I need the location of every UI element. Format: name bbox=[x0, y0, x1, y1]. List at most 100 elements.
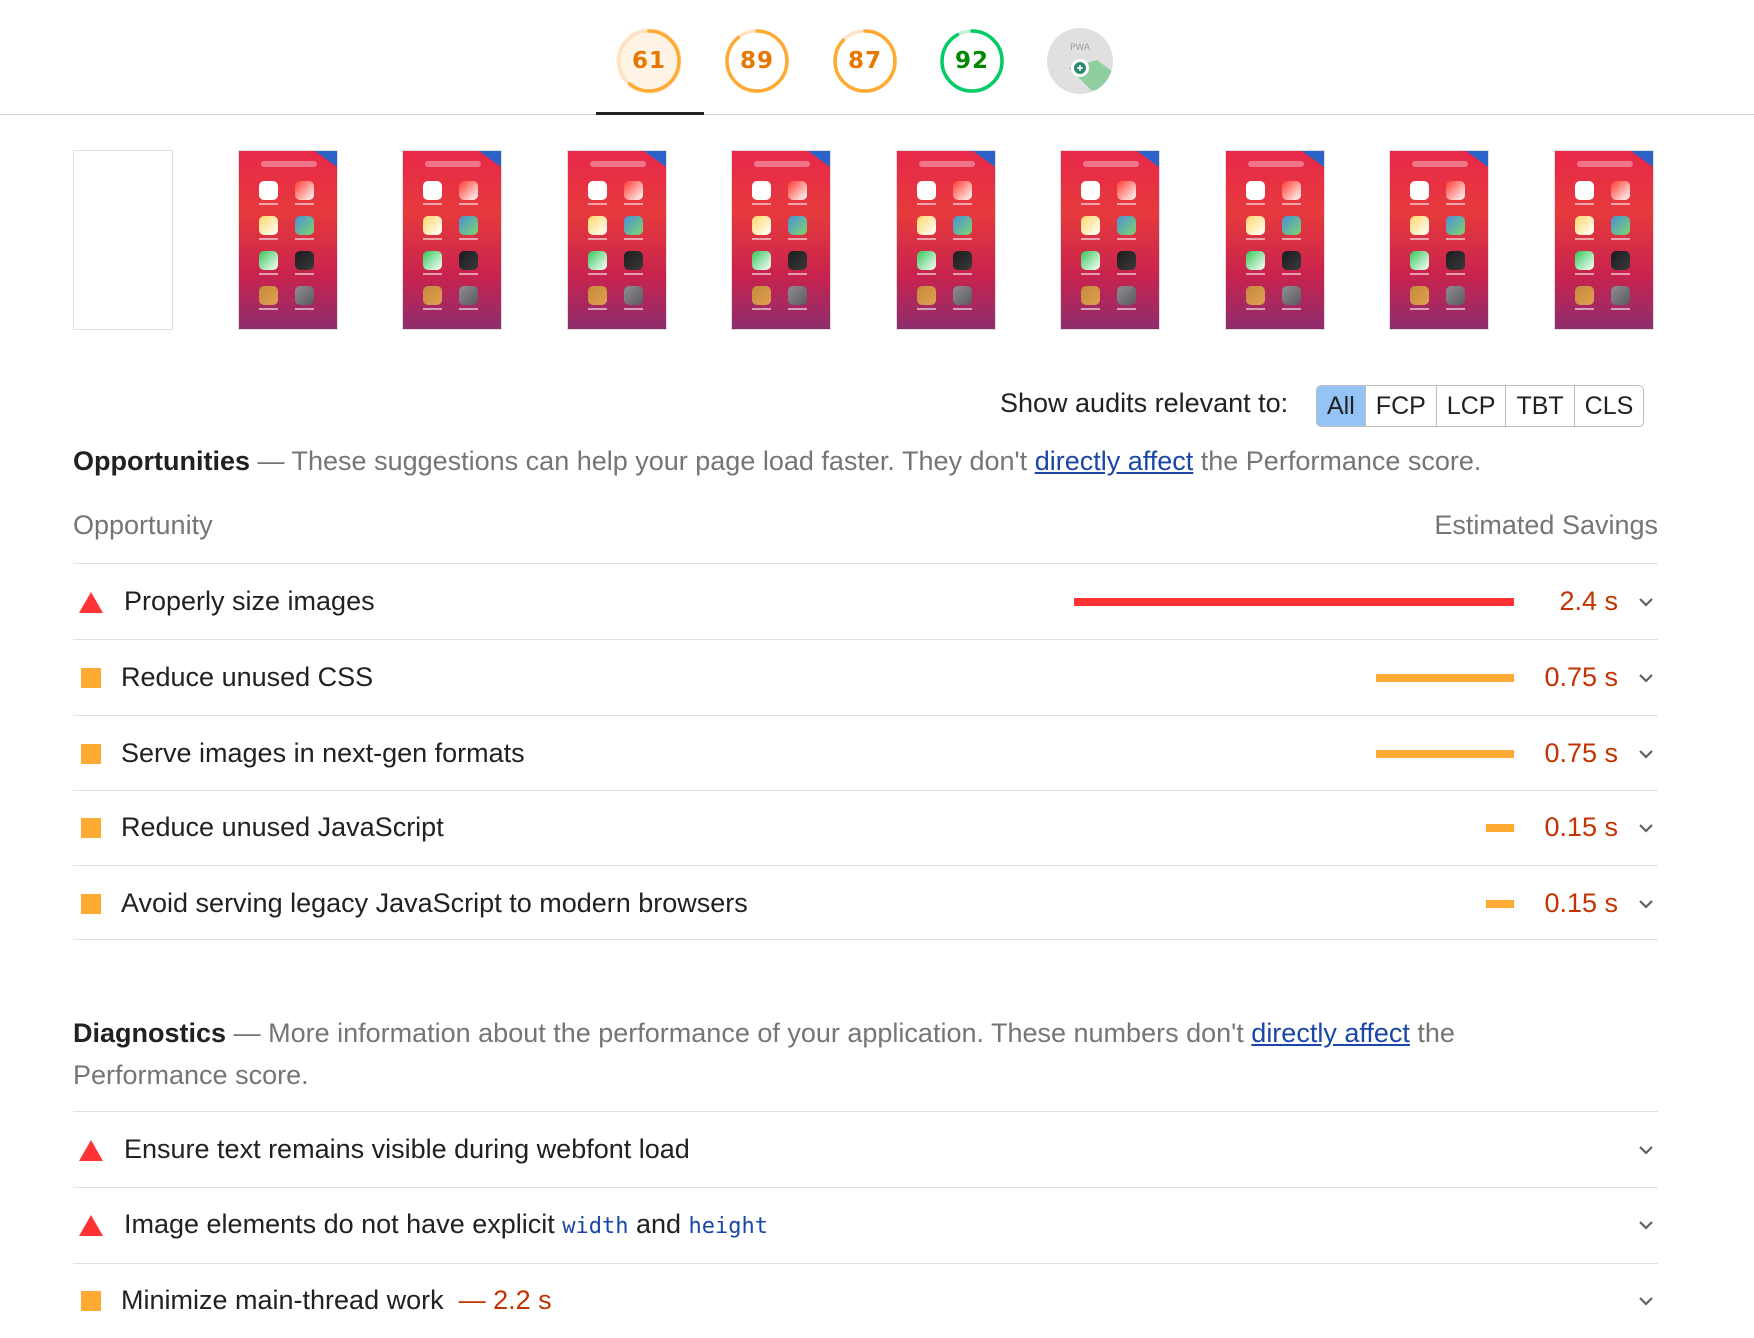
diagnostic-row[interactable]: Ensure text remains visible during webfo… bbox=[73, 1112, 1658, 1187]
fail-triangle-icon bbox=[79, 1215, 103, 1236]
filter-label: Show audits relevant to: bbox=[1000, 388, 1289, 418]
filmstrip-frame-screenshot bbox=[1553, 150, 1654, 330]
frame-search-bar bbox=[260, 161, 317, 167]
frame-search-bar bbox=[425, 161, 481, 167]
app-icon bbox=[623, 181, 643, 205]
chevron-down-icon[interactable] bbox=[1634, 816, 1658, 840]
savings-value: 0.75 s bbox=[1544, 662, 1618, 692]
app-icon bbox=[916, 251, 936, 275]
filmstrip-frame-screenshot bbox=[1060, 150, 1160, 330]
filter-lcp-button[interactable]: LCP bbox=[1437, 386, 1507, 426]
pwa-badge[interactable]: PWA bbox=[1047, 28, 1113, 94]
app-icon bbox=[752, 181, 771, 205]
savings-bar bbox=[1486, 900, 1514, 908]
frame-search-bar bbox=[754, 161, 810, 167]
filmstrip-frame-screenshot bbox=[731, 150, 831, 330]
chevron-down-icon[interactable] bbox=[1634, 1213, 1658, 1237]
opportunity-row[interactable]: Reduce unused CSS 0.75 s bbox=[73, 640, 1658, 715]
app-icon bbox=[623, 216, 643, 240]
app-icon bbox=[294, 181, 314, 205]
chevron-down-icon[interactable] bbox=[1634, 742, 1658, 766]
opportunity-title: Reduce unused CSS bbox=[121, 662, 374, 692]
code-width: width bbox=[562, 1214, 629, 1239]
opportunity-title: Reduce unused JavaScript bbox=[121, 812, 444, 842]
performance-score-value: 61 bbox=[631, 48, 666, 74]
opportunity-title: Properly size images bbox=[124, 586, 375, 616]
chevron-down-icon[interactable] bbox=[1634, 1289, 1658, 1313]
filmstrip-frame-screenshot bbox=[1389, 150, 1489, 330]
app-icon bbox=[1574, 181, 1594, 205]
filmstrip bbox=[73, 150, 1656, 332]
filmstrip-frame-blank bbox=[73, 150, 173, 330]
app-icon bbox=[916, 181, 936, 205]
diagnostics-directly-affect-link[interactable]: directly affect bbox=[1251, 1018, 1410, 1048]
metric-filter: All FCP LCP TBT CLS bbox=[1316, 385, 1645, 427]
app-icon bbox=[587, 251, 607, 275]
best-practices-score-value: 87 bbox=[847, 48, 882, 74]
app-icon bbox=[1410, 181, 1429, 205]
filmstrip-frame-screenshot bbox=[566, 150, 667, 330]
performance-score-gauge[interactable]: 61 bbox=[616, 28, 682, 94]
opportunity-row[interactable]: Serve images in next-gen formats 0.75 s bbox=[73, 716, 1658, 791]
app-icon bbox=[1610, 216, 1630, 240]
diagnostic-row[interactable]: Minimize main-thread work — 2.2 s bbox=[73, 1263, 1658, 1338]
opportunity-row[interactable]: Properly size images 2.4 s bbox=[73, 564, 1658, 639]
seo-score-gauge[interactable]: 92 bbox=[939, 28, 1005, 94]
app-icon bbox=[1610, 251, 1630, 275]
seo-score-value: 92 bbox=[954, 48, 989, 74]
savings-bar bbox=[1486, 824, 1514, 832]
opportunity-row[interactable]: Reduce unused JavaScript 0.15 s bbox=[73, 790, 1658, 865]
filmstrip-frame-screenshot bbox=[237, 150, 338, 330]
app-icon bbox=[916, 286, 936, 310]
filter-tbt-button[interactable]: TBT bbox=[1506, 386, 1575, 426]
filter-all-button[interactable]: All bbox=[1317, 386, 1366, 426]
opportunities-dash: — bbox=[257, 446, 285, 476]
filmstrip-frame-screenshot bbox=[402, 150, 502, 330]
chevron-down-icon[interactable] bbox=[1634, 892, 1658, 916]
frame-corner bbox=[479, 151, 501, 167]
app-icon bbox=[752, 286, 771, 310]
app-icon bbox=[1574, 286, 1594, 310]
filmstrip-frame-screenshot bbox=[1224, 150, 1325, 330]
diagnostic-title-text: Image elements do not have explicit bbox=[124, 1209, 563, 1239]
chevron-down-icon[interactable] bbox=[1634, 1138, 1658, 1162]
opportunities-title: Opportunities bbox=[73, 446, 250, 476]
diagnostic-row[interactable]: Image elements do not have explicit widt… bbox=[73, 1187, 1658, 1262]
app-icon bbox=[294, 216, 314, 240]
opportunity-row[interactable]: Avoid serving legacy JavaScript to moder… bbox=[73, 866, 1658, 941]
app-icon bbox=[258, 251, 278, 275]
frame-corner bbox=[1630, 151, 1653, 167]
app-icon bbox=[258, 181, 278, 205]
app-icon bbox=[1081, 251, 1100, 275]
app-icon bbox=[1245, 251, 1265, 275]
accessibility-score-value: 89 bbox=[739, 48, 774, 74]
diagnostic-title: Image elements do not have explicit widt… bbox=[124, 1187, 768, 1264]
diagnostic-inline-value: — 2.2 s bbox=[458, 1285, 552, 1315]
accessibility-score-gauge[interactable]: 89 bbox=[724, 28, 790, 94]
app-icon bbox=[459, 216, 478, 240]
frame-corner bbox=[314, 151, 337, 167]
app-icon bbox=[1446, 286, 1465, 310]
frame-corner bbox=[643, 151, 666, 167]
average-square-icon bbox=[81, 1291, 101, 1311]
app-icon bbox=[623, 251, 643, 275]
app-icon bbox=[1574, 251, 1594, 275]
app-icon bbox=[952, 181, 972, 205]
opportunity-title: Avoid serving legacy JavaScript to moder… bbox=[121, 888, 748, 918]
filter-cls-button[interactable]: CLS bbox=[1575, 386, 1644, 426]
best-practices-score-gauge[interactable]: 87 bbox=[832, 28, 898, 94]
savings-value: 0.15 s bbox=[1544, 888, 1618, 918]
diagnostic-title-text: Minimize main-thread work bbox=[121, 1285, 444, 1315]
chevron-down-icon[interactable] bbox=[1634, 590, 1658, 614]
app-icon bbox=[587, 286, 607, 310]
opportunities-description: These suggestions can help your page loa… bbox=[291, 446, 1035, 476]
savings-bar bbox=[1074, 598, 1514, 606]
opportunities-directly-affect-link[interactable]: directly affect bbox=[1035, 446, 1194, 476]
chevron-down-icon[interactable] bbox=[1634, 666, 1658, 690]
filter-fcp-button[interactable]: FCP bbox=[1366, 386, 1437, 426]
app-icon bbox=[423, 286, 442, 310]
app-icon bbox=[587, 181, 607, 205]
diagnostics-description-end: the bbox=[1409, 1018, 1455, 1048]
app-icon bbox=[1446, 181, 1465, 205]
savings-column-header: Estimated Savings bbox=[1434, 510, 1658, 540]
